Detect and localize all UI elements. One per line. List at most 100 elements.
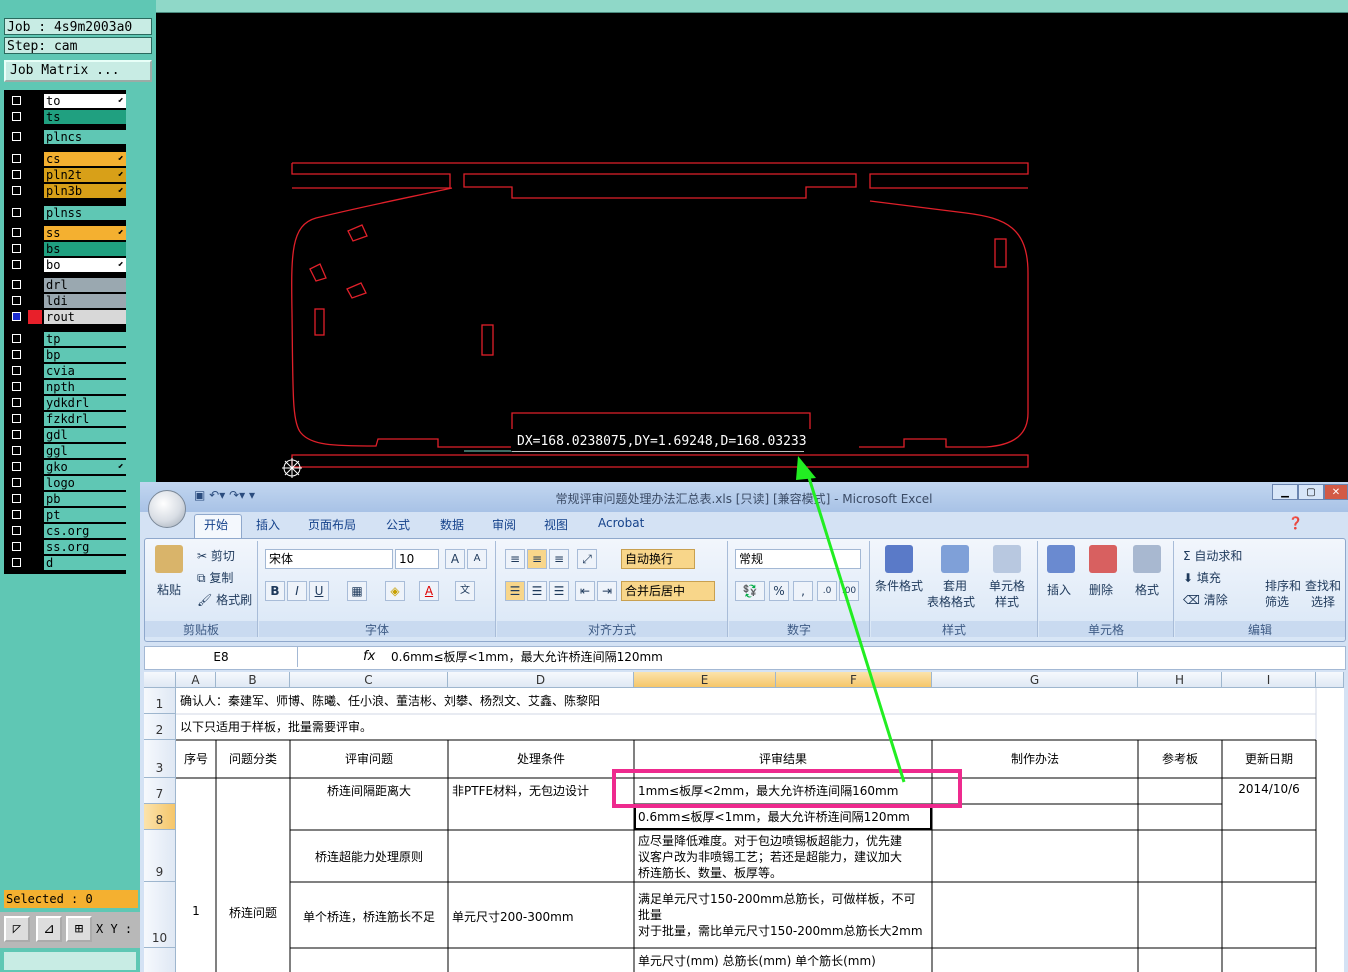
layer-name[interactable]: ydkdrl xyxy=(44,396,126,410)
layer-name[interactable]: plnss xyxy=(44,206,126,220)
layer-checkbox[interactable] xyxy=(12,558,21,567)
conditional-format-icon[interactable] xyxy=(885,545,913,573)
format-painter-button[interactable]: 🖌 格式刷 xyxy=(197,591,252,608)
layer-row-d[interactable]: d xyxy=(8,556,128,570)
header-update-date[interactable]: 更新日期 xyxy=(1222,750,1316,767)
layer-row-fzkdrl[interactable]: fzkdrl xyxy=(8,412,128,426)
italic-button[interactable]: I xyxy=(287,581,307,601)
layer-checkbox[interactable] xyxy=(12,312,21,321)
cell-e9-line3[interactable]: 桥连筋长、数量、板厚等。 xyxy=(638,864,930,881)
layer-row-cvia[interactable]: cvia xyxy=(8,364,128,378)
tab-review[interactable]: 审阅 xyxy=(492,516,516,533)
layer-checkbox[interactable] xyxy=(12,260,21,269)
layer-row-ldi[interactable]: ldi xyxy=(8,294,128,308)
align-middle-button[interactable]: ≡ xyxy=(527,549,547,569)
layer-name[interactable]: ss.org xyxy=(44,540,126,554)
insert-cells-button[interactable]: 插入 xyxy=(1047,581,1071,598)
layer-checkbox[interactable] xyxy=(12,186,21,195)
formula-content[interactable]: 0.6mm≤板厚<1mm，最大允许桥连间隔120mm xyxy=(391,647,663,667)
align-top-button[interactable]: ≡ xyxy=(505,549,525,569)
layer-name[interactable]: pln2t xyxy=(44,168,126,182)
border-button[interactable]: ▦ xyxy=(347,581,367,601)
table-format-label-2[interactable]: 表格格式 xyxy=(927,593,975,610)
layer-checkbox[interactable] xyxy=(12,334,21,343)
cell-c7[interactable]: 桥连间隔距离大 xyxy=(290,782,448,799)
layer-row-rout[interactable]: rout xyxy=(8,310,128,324)
table-format-icon[interactable] xyxy=(941,545,969,573)
layer-name[interactable]: bs xyxy=(44,242,126,256)
format-cells-button[interactable]: 格式 xyxy=(1135,581,1159,598)
layer-name[interactable]: npth xyxy=(44,380,126,394)
copy-button[interactable]: ⧉ 复制 xyxy=(197,569,233,586)
layer-name[interactable]: drl xyxy=(44,278,126,292)
currency-button[interactable]: 💱 xyxy=(735,581,765,601)
layer-checkbox[interactable] xyxy=(12,228,21,237)
phonetic-button[interactable]: 文 xyxy=(455,581,475,601)
decrease-indent-button[interactable]: ⇤ xyxy=(575,581,595,601)
layer-name[interactable]: cvia xyxy=(44,364,126,378)
minimize-button[interactable]: ▁ xyxy=(1272,484,1298,500)
cell-i7[interactable]: 2014/10/6 xyxy=(1222,782,1316,796)
orientation-button[interactable]: ⤢ xyxy=(577,549,597,569)
layer-checkbox[interactable] xyxy=(12,494,21,503)
percent-button[interactable]: % xyxy=(769,581,789,601)
layer-row-logo[interactable]: logo xyxy=(8,476,128,490)
delete-cells-button[interactable]: 删除 xyxy=(1089,581,1113,598)
align-bottom-button[interactable]: ≡ xyxy=(549,549,569,569)
layer-name[interactable]: pb xyxy=(44,492,126,506)
paste-icon[interactable] xyxy=(155,545,183,573)
layer-row-pln3b[interactable]: pln3b ⬋ xyxy=(8,184,128,198)
layer-checkbox[interactable] xyxy=(12,170,21,179)
snap-grid-tool-button[interactable]: ⊞ xyxy=(66,916,92,942)
layer-row-plnss[interactable]: plnss xyxy=(8,206,128,220)
layer-row-ss[interactable]: ss ⬋ xyxy=(8,226,128,240)
layer-name[interactable]: gdl xyxy=(44,428,126,442)
layer-checkbox[interactable] xyxy=(12,208,21,217)
cell-e11[interactable]: 单元尺寸(mm) 总筋长(mm) 单个筋长(mm) xyxy=(638,952,938,969)
layer-name[interactable]: bp xyxy=(44,348,126,362)
maximize-button[interactable]: ▢ xyxy=(1298,484,1324,500)
header-result[interactable]: 评审结果 xyxy=(634,750,932,767)
tab-home[interactable]: 开始 xyxy=(204,516,228,533)
cell-a1[interactable]: 确认人：秦建军、师博、陈曦、任小浪、董洁彬、刘攀、杨烈文、艾鑫、陈黎阳 xyxy=(180,692,1280,709)
layer-row-gko[interactable]: gko ⬋ xyxy=(8,460,128,474)
insert-cells-icon[interactable] xyxy=(1047,545,1075,573)
font-size-select[interactable]: 10 xyxy=(395,549,439,569)
layer-checkbox[interactable] xyxy=(12,510,21,519)
layer-name[interactable]: plncs xyxy=(44,130,126,144)
layer-row-gdl[interactable]: gdl xyxy=(8,428,128,442)
increase-decimal-button[interactable]: .0 xyxy=(817,581,837,601)
layer-row-pln2t[interactable]: pln2t ⬋ xyxy=(8,168,128,182)
quick-access-toolbar[interactable]: ▣ ↶▾ ↷▾ ▾ xyxy=(194,488,255,502)
layer-row-cs[interactable]: cs ⬋ xyxy=(8,152,128,166)
layer-checkbox[interactable] xyxy=(12,382,21,391)
layer-row-ggl[interactable]: ggl xyxy=(8,444,128,458)
layer-row-drl[interactable]: drl xyxy=(8,278,128,292)
merge-center-button[interactable]: 合并后居中 xyxy=(621,581,715,601)
underline-button[interactable]: U xyxy=(309,581,329,601)
tab-formulas[interactable]: 公式 xyxy=(386,516,410,533)
cell-d10[interactable]: 单元尺寸200-300mm xyxy=(452,908,632,925)
layer-name[interactable]: fzkdrl xyxy=(44,412,126,426)
cell-e10-line1[interactable]: 满足单元尺寸150-200mm总筋长，可做样板，不可 xyxy=(638,890,930,907)
cell-c10[interactable]: 单个桥连，桥连筋长不足 xyxy=(290,908,448,925)
layer-row-bo[interactable]: bo ⬋ xyxy=(8,258,128,272)
number-format-select[interactable]: 常规 xyxy=(735,549,861,569)
cell-e9-line2[interactable]: 议客户改为非喷锡工艺；若还是超能力，建议加大 xyxy=(638,848,930,865)
comma-button[interactable]: , xyxy=(793,581,813,601)
layer-name[interactable]: gko xyxy=(44,460,126,474)
conditional-format-button[interactable]: 条件格式 xyxy=(875,577,923,594)
layer-name[interactable]: d xyxy=(44,556,126,570)
header-issue[interactable]: 评审问题 xyxy=(290,750,448,767)
layer-checkbox[interactable] xyxy=(12,112,21,121)
clear-button[interactable]: ⌫ 清除 xyxy=(1183,591,1228,608)
layer-checkbox[interactable] xyxy=(12,446,21,455)
layer-name[interactable]: pln3b xyxy=(44,184,126,198)
layer-name[interactable]: pt xyxy=(44,508,126,522)
cell-seq-1[interactable]: 1 xyxy=(176,904,216,918)
layer-row-to[interactable]: to ⬋ xyxy=(8,94,128,108)
find-select-label-2[interactable]: 选择 xyxy=(1311,593,1335,610)
paste-button[interactable]: 粘贴 xyxy=(157,581,181,598)
job-matrix-button[interactable]: Job Matrix ... xyxy=(4,60,152,82)
layer-row-bp[interactable]: bp xyxy=(8,348,128,362)
